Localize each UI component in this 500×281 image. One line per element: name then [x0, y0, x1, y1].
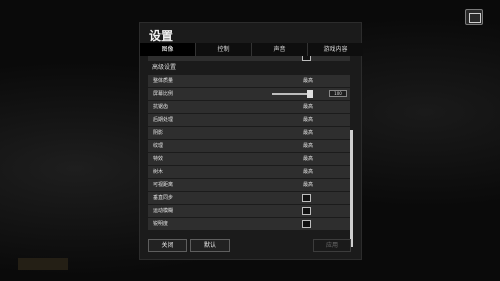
setting-row-overall-quality[interactable]: 整体质量 最高	[148, 74, 350, 88]
advanced-settings-header: 高级设置	[148, 62, 350, 75]
setting-value[interactable]: 最高	[303, 179, 313, 192]
setting-value[interactable]: 最高	[303, 101, 313, 114]
default-button[interactable]: 默认	[190, 239, 230, 252]
tab-controls[interactable]: 控制	[196, 43, 252, 56]
setting-label: 运动模糊	[153, 207, 174, 214]
setting-row-shadows[interactable]: 阴影 最高	[148, 126, 350, 140]
close-button[interactable]: 关闭	[148, 239, 187, 252]
settings-list[interactable]: 高级设置 整体质量 最高 屏幕比例 100 抗锯齿 最高 后期处理 最高 阴影 …	[148, 56, 350, 247]
tab-sound[interactable]: 声音	[252, 43, 308, 56]
settings-scrollbar[interactable]	[350, 130, 353, 247]
section-header-label: 高级设置	[152, 63, 177, 71]
setting-row-sharpness[interactable]: 锐明度	[148, 217, 350, 230]
setting-row-motion-blur[interactable]: 运动模糊	[148, 204, 350, 217]
background-decoration	[18, 258, 68, 270]
setting-row-anti-aliasing[interactable]: 抗锯齿 最高	[148, 100, 350, 114]
setting-value[interactable]: 最高	[303, 153, 313, 166]
screen-scale-slider-handle[interactable]	[307, 89, 313, 98]
setting-row-effects[interactable]: 特效 最高	[148, 152, 350, 166]
setting-row-view-distance[interactable]: 可视距离 最高	[148, 178, 350, 192]
sharpness-checkbox[interactable]	[302, 219, 311, 228]
setting-label: 锐明度	[153, 220, 169, 227]
dialog-title: 设置	[149, 29, 174, 43]
screen-scale-slider-track[interactable]	[272, 93, 308, 95]
settings-tabs: 图像 控制 声音 游戏内容	[140, 43, 363, 56]
setting-label: 整体质量	[153, 77, 174, 84]
apply-button[interactable]: 应用	[313, 239, 351, 252]
setting-row-trees[interactable]: 树木 最高	[148, 165, 350, 179]
setting-label: 特效	[153, 155, 164, 162]
setting-value[interactable]: 最高	[303, 114, 313, 127]
motion-blur-checkbox[interactable]	[302, 206, 311, 215]
tab-game-content[interactable]: 游戏内容	[308, 43, 363, 56]
settings-dialog: 设置 图像 控制 声音 游戏内容 高级设置 整体质量 最高 屏幕比例 100 抗…	[139, 22, 363, 260]
setting-label: 树木	[153, 168, 164, 175]
setting-label: 后期处理	[153, 116, 174, 123]
setting-label: 纹理	[153, 142, 164, 149]
setting-label: 抗锯齿	[153, 103, 169, 110]
partial-row-checkbox[interactable]	[302, 56, 311, 61]
fullscreen-toggle-icon[interactable]	[465, 9, 483, 25]
setting-label: 垂直同步	[153, 194, 174, 201]
setting-value[interactable]: 最高	[303, 75, 313, 88]
setting-row-post-processing[interactable]: 后期处理 最高	[148, 113, 350, 127]
tab-graphics[interactable]: 图像	[140, 43, 196, 56]
setting-label: 屏幕比例	[153, 90, 174, 97]
setting-value[interactable]: 最高	[303, 127, 313, 140]
setting-row-vsync[interactable]: 垂直同步	[148, 191, 350, 204]
setting-row-textures[interactable]: 纹理 最高	[148, 139, 350, 153]
setting-label: 阴影	[153, 129, 164, 136]
screen-scale-value-box[interactable]: 100	[329, 90, 347, 97]
setting-row-screen-scale[interactable]: 屏幕比例 100	[148, 87, 350, 100]
setting-label: 可视距离	[153, 181, 174, 188]
vsync-checkbox[interactable]	[302, 193, 311, 202]
setting-value[interactable]: 最高	[303, 140, 313, 153]
partial-settings-row	[148, 56, 350, 61]
setting-value[interactable]: 最高	[303, 166, 313, 179]
